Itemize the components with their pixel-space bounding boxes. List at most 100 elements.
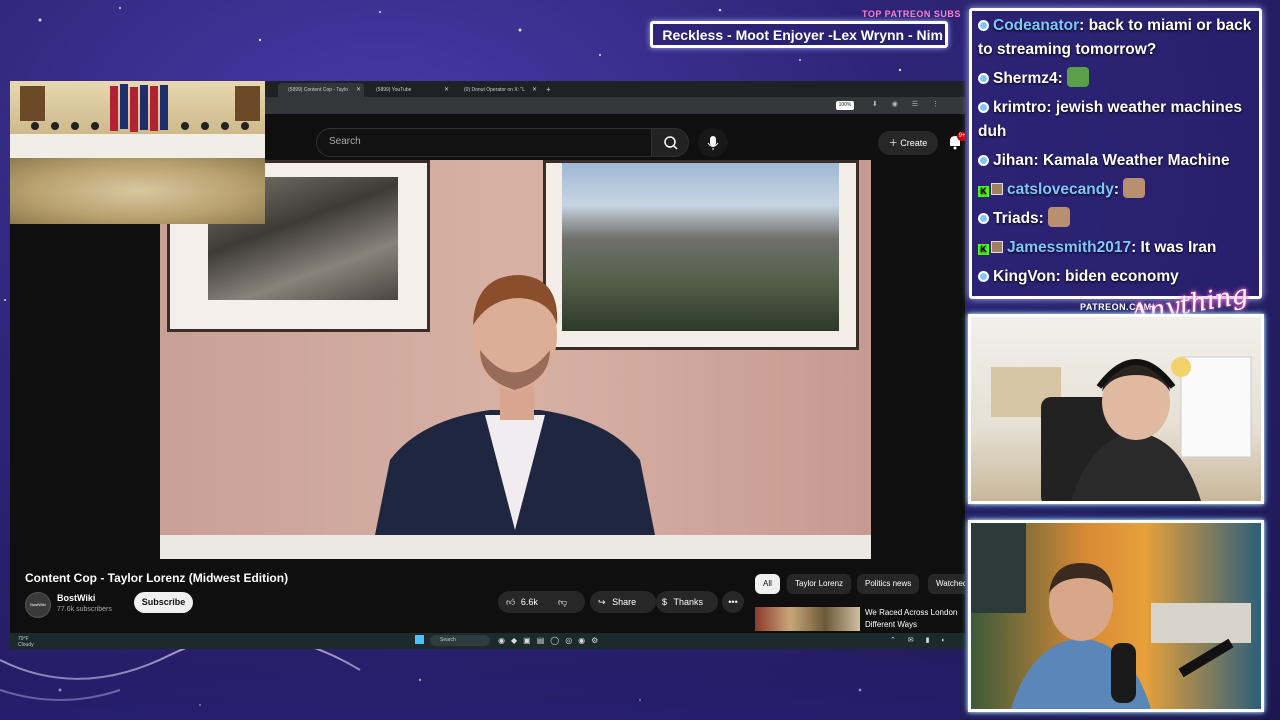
channel-avatar[interactable]: BostWiki: [25, 592, 51, 618]
taskbar-search[interactable]: Search: [430, 635, 490, 646]
user-badge-icon: [991, 183, 1003, 195]
chat-message: Triads:: [978, 207, 1253, 231]
chat-text: : It was Iran: [1131, 239, 1217, 256]
chat-username[interactable]: KingVon: [993, 268, 1056, 285]
chat-message: krimtro: jewish weather machines duh: [978, 96, 1253, 144]
chat-text: :: [1057, 70, 1068, 87]
chat-message: Jihan: Kamala Weather Machine: [978, 149, 1253, 173]
chat-username[interactable]: catslovecandy: [1007, 181, 1114, 198]
recommended-video-title[interactable]: We Raced Across London Different Ways: [865, 607, 965, 631]
face-emote-icon: [1123, 178, 1146, 198]
like-dislike-group: 👍︎ 6.6k 👎︎: [498, 591, 585, 613]
chat-panel: Codeanator: back to miami or back to str…: [969, 8, 1262, 299]
webcam-1-scene: [991, 356, 1252, 501]
toolbar-icons[interactable]: ⬇ ◉ ☰ ⋮: [872, 100, 945, 108]
windows-start-icon[interactable]: [415, 635, 424, 644]
video-player[interactable]: [160, 160, 871, 559]
tab-youtube[interactable]: (5899) YouTube ✕: [366, 83, 452, 97]
swirl-decoration: [0, 640, 960, 720]
chat-text: :: [1113, 181, 1124, 198]
chat-text: : Kamala Weather Machine: [1033, 152, 1230, 169]
like-button[interactable]: 👍︎ 6.6k: [506, 591, 538, 613]
thanks-label: Thanks: [673, 597, 704, 607]
create-button[interactable]: ＋ Create: [878, 131, 938, 155]
chip-watched[interactable]: Watched: [928, 574, 965, 594]
pip-table: [10, 134, 265, 158]
share-button[interactable]: ↪ Share: [590, 591, 656, 613]
channel-subscriber-count: 77.6k subscribers: [57, 606, 112, 613]
subs-ticker: Reckless - Moot Enjoyer -Lex Wrynn - Nim: [650, 21, 948, 48]
tab-label: (5899) YouTube: [376, 87, 412, 93]
taskbar-app-icons[interactable]: ◉◆▣▤◯◎◉⚙: [498, 636, 604, 645]
chat-message: K Jamessmith2017: It was Iran: [978, 236, 1253, 260]
picture-in-picture-video[interactable]: [10, 81, 265, 224]
chat-username[interactable]: Jamessmith2017: [1007, 239, 1131, 256]
chat-badge-icon: [978, 20, 989, 31]
tab-donut-operator[interactable]: (0) Donut Operator on X: "L ✕: [454, 83, 540, 97]
notification-count-badge: 9+: [957, 132, 965, 141]
search-placeholder: Search: [329, 136, 361, 147]
thumbs-up-icon: 👍︎: [506, 597, 516, 607]
chat-text: : biden economy: [1055, 268, 1179, 285]
chat-badge-icon: [978, 73, 989, 84]
zoom-badge[interactable]: 100%: [836, 101, 854, 110]
kick-badge-icon: K: [978, 186, 989, 197]
chat-username[interactable]: Triads: [993, 210, 1039, 227]
video-frame-desk: [160, 535, 871, 559]
weather-desc: Cloudy: [18, 642, 34, 648]
plus-icon: ＋: [888, 138, 901, 148]
chat-message: Codeanator: back to miami or back to str…: [978, 14, 1253, 62]
channel-name[interactable]: BostWiki: [57, 593, 95, 603]
thanks-icon: $: [662, 597, 668, 607]
close-icon[interactable]: ✕: [356, 83, 361, 97]
close-icon[interactable]: ✕: [444, 83, 449, 97]
kick-badge-icon: K: [978, 244, 989, 255]
chat-message: Kcatslovecandy:: [978, 178, 1253, 202]
chat-message: Shermz4:: [978, 67, 1253, 91]
search-button[interactable]: [651, 128, 689, 157]
chat-badge-icon: [978, 271, 989, 282]
video-title: Content Cop - Taylor Lorenz (Midwest Edi…: [25, 571, 289, 585]
system-tray-icons[interactable]: ⌃ ✉ ▮ ◐: [890, 636, 951, 644]
search-input[interactable]: Search: [316, 128, 652, 157]
recommended-video-thumbnail[interactable]: [755, 607, 860, 631]
subscribe-button[interactable]: Subscribe: [134, 592, 193, 613]
dislike-button[interactable]: 👎︎: [558, 591, 567, 613]
like-count: 6.6k: [520, 597, 538, 607]
tab-label: (0) Donut Operator on X: "L: [464, 87, 525, 93]
face-emote-icon: [1048, 207, 1071, 227]
chat-username[interactable]: Shermz4: [993, 70, 1058, 87]
chat-badge-icon: [978, 213, 989, 224]
video-frame-person: [370, 275, 660, 559]
share-label: Share: [612, 597, 637, 607]
voice-search-button[interactable]: [698, 128, 728, 157]
top-subs-label: TOP PATREON SUBS: [862, 9, 961, 19]
webcam-streamer-1: [968, 314, 1264, 504]
close-icon[interactable]: ✕: [532, 83, 537, 97]
more-horizontal-icon: •••: [728, 597, 738, 607]
more-actions-button[interactable]: •••: [722, 591, 744, 613]
search-icon: [664, 136, 678, 150]
chat-badge-icon: [978, 102, 989, 113]
subs-ticker-text: Reckless - Moot Enjoyer -Lex Wrynn - Nim: [662, 27, 943, 43]
thumbs-down-icon: 👎︎: [558, 597, 568, 607]
thanks-button[interactable]: $ Thanks: [656, 591, 718, 613]
chat-badge-icon: [978, 155, 989, 166]
chip-all[interactable]: All: [755, 574, 780, 594]
user-badge-icon: [991, 241, 1003, 253]
taskbar-weather[interactable]: 79°F Cloudy: [18, 636, 34, 648]
chat-username[interactable]: Codeanator: [993, 17, 1079, 34]
chat-text: :: [1038, 210, 1049, 227]
tab-label: (5899) Content Cop - Taylo: [288, 87, 348, 93]
chat-username[interactable]: krimtro: [993, 99, 1046, 116]
share-icon: ↪: [598, 597, 606, 607]
webcam-2-scene: [971, 523, 1251, 709]
webcam-streamer-2: [968, 520, 1264, 712]
chat-username[interactable]: Jihan: [993, 152, 1033, 169]
chip-taylor-lorenz[interactable]: Taylor Lorenz: [787, 574, 852, 594]
chip-politics-news[interactable]: Politics news: [857, 574, 920, 594]
new-tab-button[interactable]: +: [543, 83, 557, 97]
pip-flags: [20, 84, 260, 132]
tab-content-cop[interactable]: (5899) Content Cop - Taylo ✕: [278, 83, 364, 97]
windows-taskbar: 79°F Cloudy Search ◉◆▣▤◯◎◉⚙ ⌃ ✉ ▮ ◐: [10, 633, 965, 649]
